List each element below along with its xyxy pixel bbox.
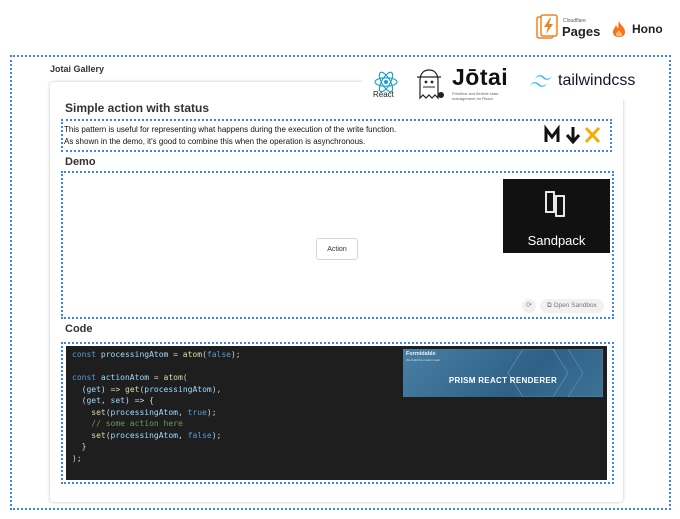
code-token: =	[168, 350, 183, 359]
code-token: );	[72, 453, 82, 463]
code-heading: Code	[65, 323, 93, 335]
react-label: React	[373, 90, 394, 99]
code-token: );	[211, 430, 222, 440]
code-token: false	[206, 350, 231, 359]
code-token: ),	[211, 384, 222, 394]
code-token: ,	[177, 407, 188, 417]
code-token: processingAtom	[100, 350, 169, 359]
jotai-tagline: Primitive and flexible state management …	[452, 91, 499, 101]
code-token: const	[72, 350, 101, 359]
code-token: );	[230, 350, 241, 359]
code-token: (	[182, 373, 188, 382]
code-token: set	[110, 396, 125, 405]
flame-icon	[613, 21, 625, 37]
formidable-tagline: We build the modern web	[406, 358, 440, 362]
code-token: get	[125, 384, 140, 394]
code-line: set(processingAtom, false);	[72, 430, 241, 442]
hono-label: Hono	[632, 22, 663, 36]
code-token: ,	[177, 430, 188, 440]
demo-heading: Demo	[65, 156, 96, 168]
code-token: processingAtom	[110, 407, 178, 417]
cloudflare-pages-logo: Cloudflare Pages	[536, 14, 616, 42]
jotai-wordmark: Jōtai	[452, 64, 509, 90]
code-token: );	[206, 407, 217, 417]
code-token: const	[72, 373, 101, 382]
hono-logo: Hono	[611, 20, 671, 38]
refresh-button[interactable]: ⟳	[522, 299, 536, 313]
code-token: set	[91, 407, 106, 417]
gallery-title[interactable]: Jotai Gallery	[50, 64, 104, 74]
open-sandbox-button[interactable]: ⧉ Open Sandbox	[540, 299, 604, 313]
refresh-icon: ⟳	[526, 302, 532, 309]
open-sandbox-label: Open Sandbox	[553, 302, 597, 309]
code-token: (	[72, 396, 87, 405]
code-token: ,	[100, 396, 111, 405]
code-token: // some action here	[72, 419, 183, 428]
pages-label: Pages	[562, 24, 601, 39]
formidable-label: Formidable	[406, 351, 436, 357]
action-button[interactable]: Action	[316, 238, 358, 260]
code-line: (get) => get(processingAtom),	[72, 384, 241, 396]
prism-title: PRISM REACT RENDERER	[448, 376, 558, 385]
code-token: false	[187, 430, 212, 440]
tailwind-wordmark: tailwindcss	[558, 72, 636, 89]
code-line: const processingAtom = atom(false);	[72, 349, 241, 361]
code-token: get	[86, 396, 101, 405]
code-line: // some action here	[72, 418, 241, 430]
code-token: (	[72, 384, 87, 394]
code-token: ) => {	[125, 396, 154, 405]
code-line: }	[72, 441, 241, 453]
description-line-2: As shown in the demo, it's good to combi…	[64, 137, 366, 146]
code-token: }	[72, 442, 87, 451]
code-token: processingAtom	[110, 430, 178, 440]
code-token: set	[91, 430, 106, 440]
code-token: atom	[163, 373, 183, 382]
code-lines: const processingAtom = atom(false); cons…	[72, 349, 241, 464]
sandpack-label: Sandpack	[527, 233, 586, 248]
description-frame	[61, 119, 612, 152]
code-token: processingAtom	[144, 384, 212, 394]
code-line: (get, set) => {	[72, 395, 241, 407]
sandpack-icon	[545, 191, 565, 217]
code-token: true	[187, 407, 207, 417]
description-line-1: This pattern is useful for representing …	[64, 125, 397, 134]
mdx-logo	[544, 124, 601, 145]
code-token: ) =>	[100, 384, 125, 394]
jotai-ghost-icon	[417, 69, 444, 100]
code-token: atom	[182, 350, 203, 359]
code-line: );	[72, 453, 241, 465]
code-line: set(processingAtom, true);	[72, 407, 241, 419]
code-token: actionAtom	[100, 373, 150, 382]
code-token: get	[86, 384, 101, 394]
page-title: Simple action with status	[65, 101, 210, 115]
code-token: =	[149, 373, 164, 382]
code-line: const actionAtom = atom(	[72, 372, 241, 384]
tailwind-icon	[530, 75, 552, 87]
cloudflare-bolt-icon	[536, 14, 558, 39]
